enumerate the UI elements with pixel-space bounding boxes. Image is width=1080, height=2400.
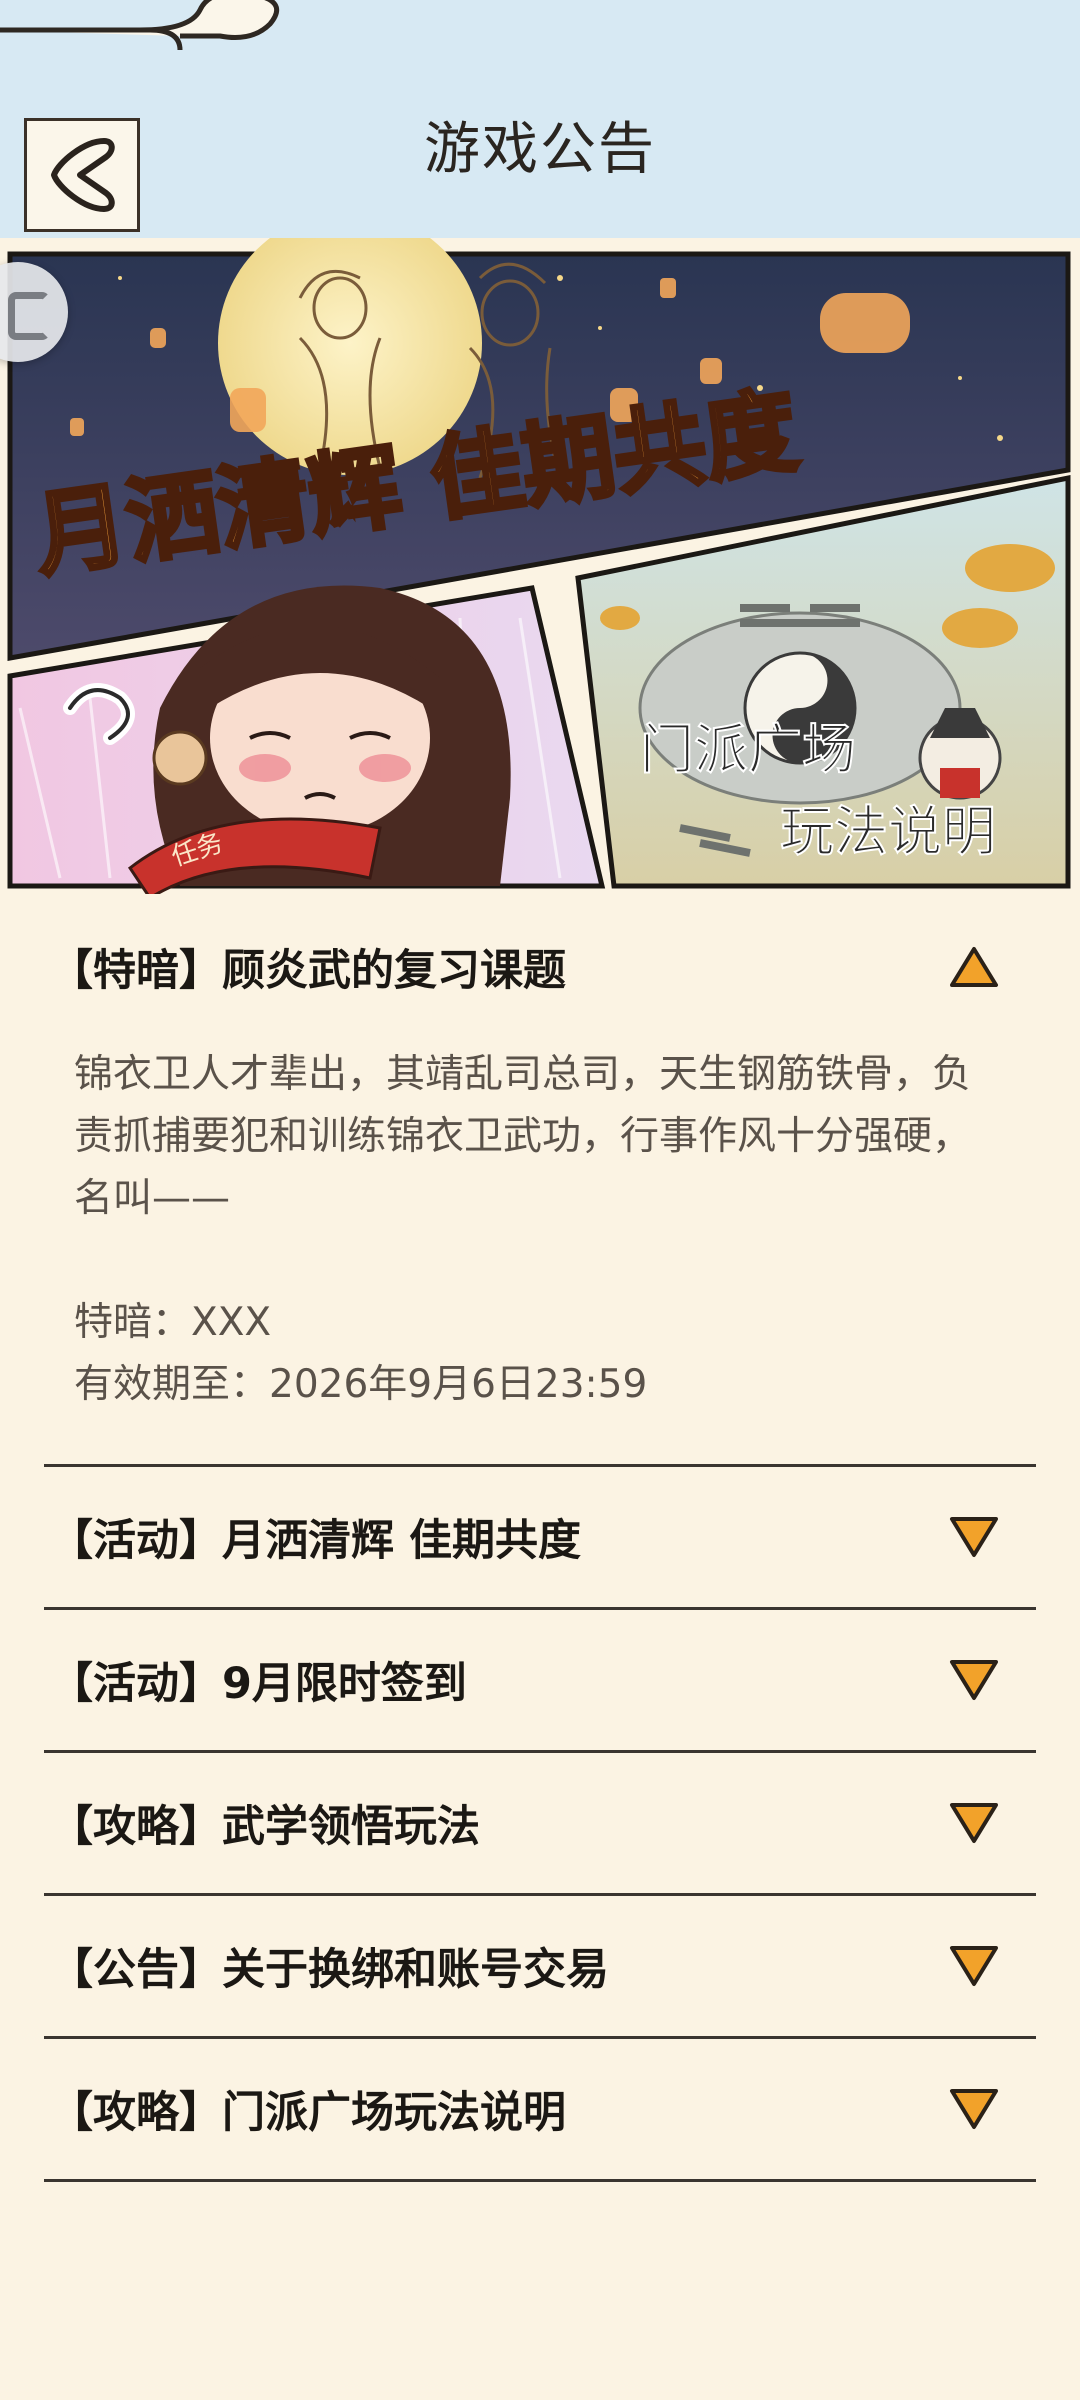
notice-list: 【特暗】顾炎武的复习课题 锦衣卫人才辈出，其靖乱司总司，天生钢筋铁骨，负责抓捕要… bbox=[0, 894, 1080, 2182]
notice-title: 【特暗】顾炎武的复习课题 bbox=[50, 946, 566, 996]
notice-item: 【活动】月洒清辉 佳期共度 bbox=[44, 1467, 1036, 1610]
notice-item: 【攻略】武学领悟玩法 bbox=[44, 1753, 1036, 1896]
notice-item: 【攻略】门派广场玩法说明 bbox=[44, 2039, 1036, 2182]
triangle-down-icon[interactable] bbox=[944, 2079, 1004, 2139]
plaza-title-line2: 玩法说明 bbox=[780, 800, 996, 863]
triangle-down-icon[interactable] bbox=[944, 1936, 1004, 1996]
notice-header[interactable]: 【攻略】门派广场玩法说明 bbox=[44, 2039, 1036, 2179]
notice-answer: 特暗：XXX bbox=[74, 1300, 272, 1345]
notice-item: 【公告】关于换绑和账号交易 bbox=[44, 1896, 1036, 2039]
notice-title: 【活动】9月限时签到 bbox=[50, 1659, 467, 1709]
notice-header[interactable]: 【特暗】顾炎武的复习课题 bbox=[44, 894, 1036, 1040]
cloud-decoration bbox=[0, 0, 280, 51]
triangle-down-icon[interactable] bbox=[944, 1793, 1004, 1853]
notice-header[interactable]: 【活动】9月限时签到 bbox=[44, 1610, 1036, 1750]
top-bar: 游戏公告 bbox=[0, 0, 1080, 238]
notice-item: 【特暗】顾炎武的复习课题 锦衣卫人才辈出，其靖乱司总司，天生钢筋铁骨，负责抓捕要… bbox=[44, 894, 1036, 1467]
plaza-title-line1: 门派广场 bbox=[640, 718, 856, 781]
page-title: 游戏公告 bbox=[424, 117, 656, 182]
notice-title: 【攻略】门派广场玩法说明 bbox=[50, 2088, 566, 2138]
triangle-down-icon[interactable] bbox=[944, 1507, 1004, 1567]
notice-header[interactable]: 【公告】关于换绑和账号交易 bbox=[44, 1896, 1036, 2036]
triangle-up-icon[interactable] bbox=[944, 937, 1004, 997]
notice-title: 【活动】月洒清辉 佳期共度 bbox=[50, 1516, 581, 1566]
notice-content: 锦衣卫人才辈出，其靖乱司总司，天生钢筋铁骨，负责抓捕要犯和训练锦衣卫武功，行事作… bbox=[44, 1040, 1036, 1464]
triangle-down-icon[interactable] bbox=[944, 1650, 1004, 1710]
notice-header[interactable]: 【攻略】武学领悟玩法 bbox=[44, 1753, 1036, 1893]
notice-paragraph: 锦衣卫人才辈出，其靖乱司总司，天生钢筋铁骨，负责抓捕要犯和训练锦衣卫武功，行事作… bbox=[74, 1052, 972, 1221]
event-banner[interactable]: 月洒清辉 佳期共度 任务 门派广场 玩法说明 bbox=[0, 238, 1080, 894]
notice-title: 【公告】关于换绑和账号交易 bbox=[50, 1945, 609, 1995]
notice-item: 【活动】9月限时签到 bbox=[44, 1610, 1036, 1753]
notice-header[interactable]: 【活动】月洒清辉 佳期共度 bbox=[44, 1467, 1036, 1607]
notice-expiry: 有效期至：2026年9月6日23:59 bbox=[74, 1362, 648, 1407]
notice-title: 【攻略】武学领悟玩法 bbox=[50, 1802, 480, 1852]
float-tab-icon bbox=[8, 292, 50, 340]
